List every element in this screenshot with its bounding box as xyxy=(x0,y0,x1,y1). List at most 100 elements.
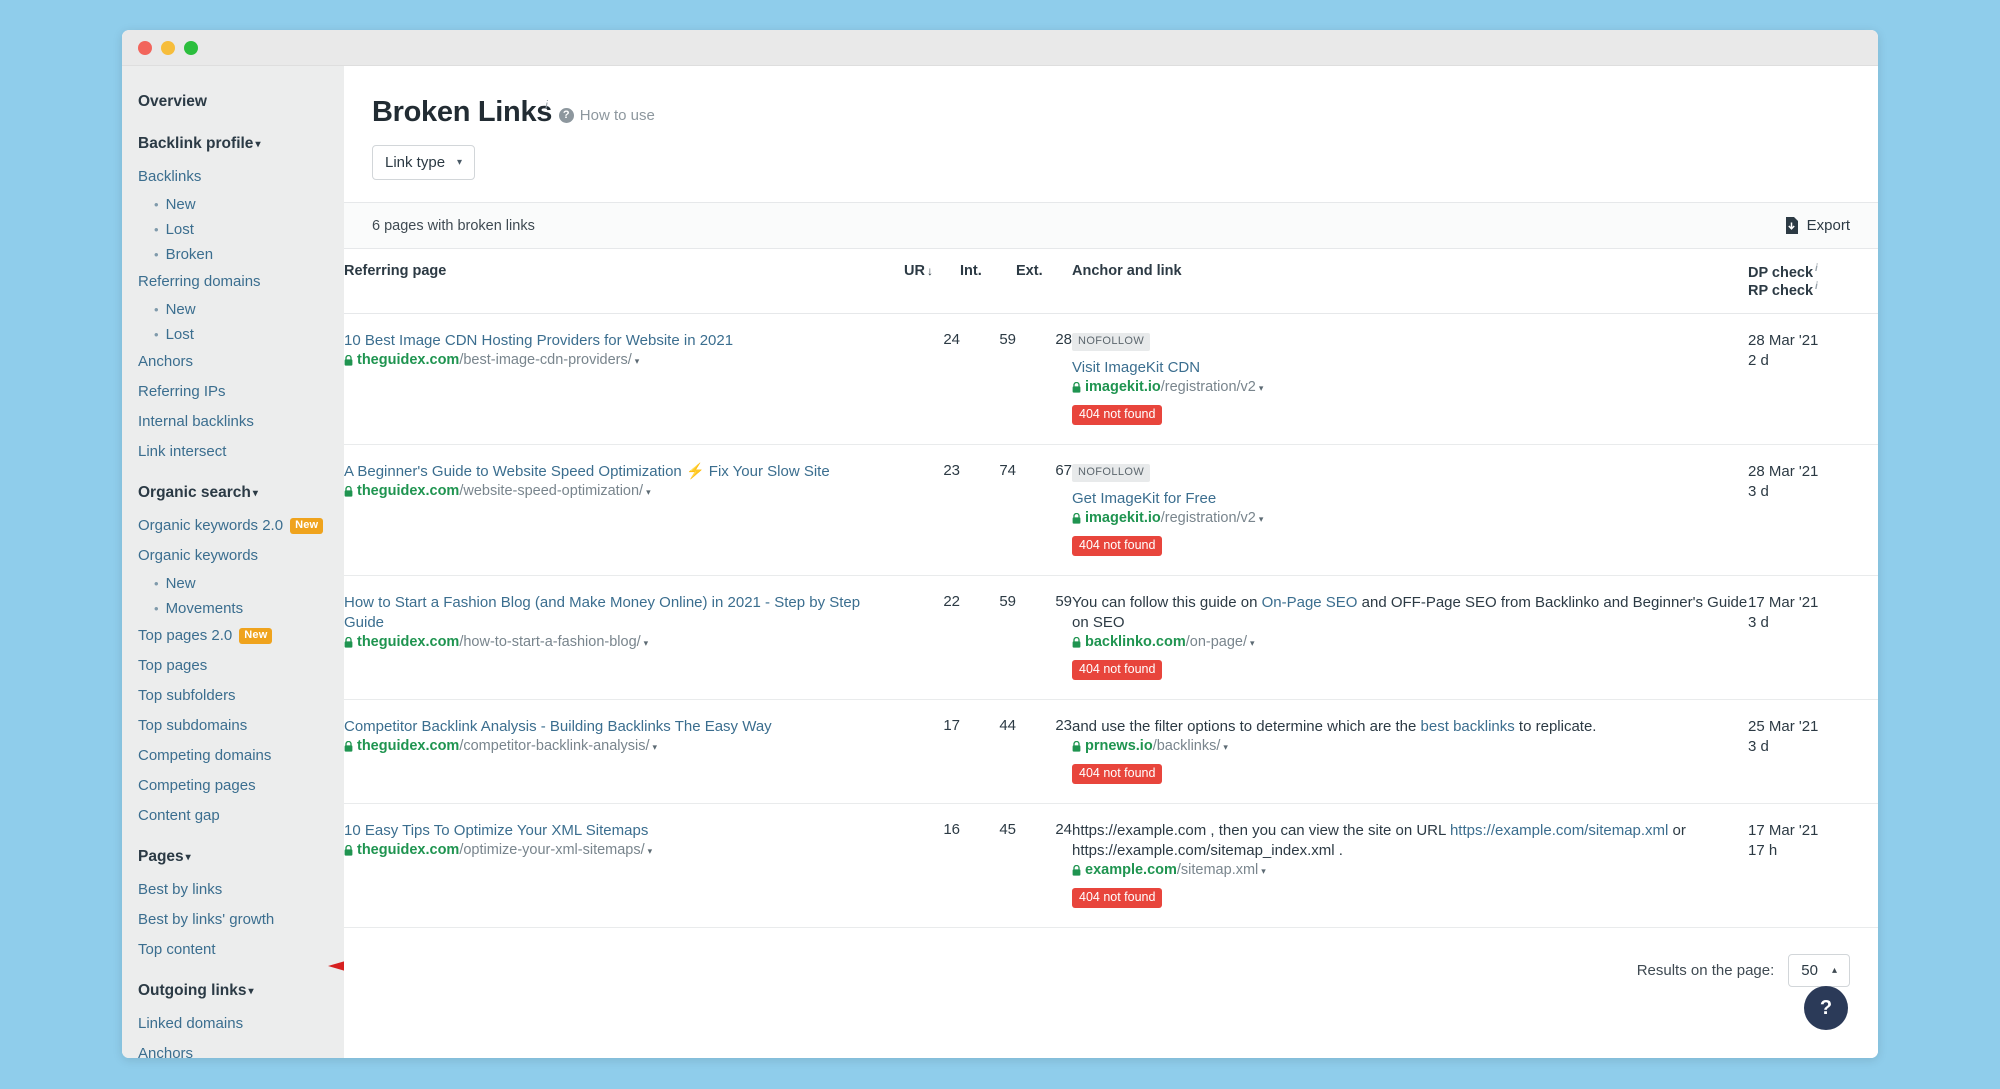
sidebar-item-referring-ips[interactable]: Referring IPs xyxy=(122,377,344,407)
target-url[interactable]: example.com/sitemap.xml ▾ xyxy=(1072,862,1266,878)
sidebar-item-backlinks-broken[interactable]: Broken xyxy=(122,242,344,267)
chevron-down-icon[interactable]: ▾ xyxy=(644,638,649,648)
results-per-page-label: Results on the page: xyxy=(1636,961,1775,979)
table-footer: Results on the page: 50 ▴ xyxy=(344,928,1878,987)
sidebar-item-refdomains-new[interactable]: New xyxy=(122,297,344,322)
referring-page-url[interactable]: theguidex.com/optimize-your-xml-sitemaps… xyxy=(344,842,652,858)
sidebar-item-anchors[interactable]: Anchors xyxy=(122,347,344,377)
sidebar-overview-label: Overview xyxy=(138,93,207,110)
status-badge: 404 not found xyxy=(1072,763,1163,784)
sidebar-item-competing-pages[interactable]: Competing pages xyxy=(122,771,344,801)
referring-page-link[interactable]: How to Start a Fashion Blog (and Make Mo… xyxy=(344,593,904,633)
referring-page-url[interactable]: theguidex.com/competitor-backlink-analys… xyxy=(344,738,657,754)
chevron-down-icon[interactable]: ▾ xyxy=(1250,638,1255,648)
how-to-use-link[interactable]: ? How to use xyxy=(558,107,655,124)
referring-page-url[interactable]: theguidex.com/how-to-start-a-fashion-blo… xyxy=(344,634,648,650)
target-url[interactable]: prnews.io/backlinks/▾ xyxy=(1072,738,1228,754)
sidebar-item-top-pages-2[interactable]: Top pages 2.0 New xyxy=(122,621,344,651)
referring-page-link[interactable]: 10 Best Image CDN Hosting Providers for … xyxy=(344,331,904,351)
sidebar-item-overview[interactable]: Overview xyxy=(122,86,344,118)
sidebar-item-organic-keywords-2[interactable]: Organic keywords 2.0 New xyxy=(122,511,344,541)
cell-int: 59 xyxy=(960,575,1016,700)
chevron-down-icon[interactable]: ▾ xyxy=(1259,514,1264,524)
chevron-down-icon: ▾ xyxy=(457,157,463,168)
chevron-down-icon[interactable]: ▾ xyxy=(1223,742,1228,752)
zoom-window-button[interactable] xyxy=(184,40,198,55)
sidebar-item-content-gap[interactable]: Content gap xyxy=(122,801,344,831)
column-header-int[interactable]: Int. xyxy=(960,249,1016,314)
close-window-button[interactable] xyxy=(138,40,152,55)
column-header-anchor-and-link[interactable]: Anchor and link xyxy=(1072,249,1748,314)
sidebar-item-label: Referring domains xyxy=(138,273,261,290)
column-header-checks[interactable]: DP check i RP check i xyxy=(1748,249,1878,314)
sidebar-item-linked-domains[interactable]: Linked domains xyxy=(122,1009,344,1039)
table-row: Competitor Backlink Analysis - Building … xyxy=(344,699,1878,804)
anchor-inline-link[interactable]: On-Page SEO xyxy=(1262,594,1358,611)
dp-check-date: 28 Mar '21 xyxy=(1748,331,1819,349)
sidebar-group-pages[interactable]: Pages ▾ xyxy=(122,841,344,875)
sidebar-item-outgoing-anchors[interactable]: Anchors xyxy=(122,1039,344,1058)
referring-page-url[interactable]: theguidex.com/best-image-cdn-providers/▾ xyxy=(344,352,639,368)
sidebar-item-top-content[interactable]: Top content xyxy=(122,935,344,965)
target-url[interactable]: imagekit.io/registration/v2 ▾ xyxy=(1072,510,1263,526)
sidebar-item-backlinks-new[interactable]: New xyxy=(122,192,344,217)
help-fab-button[interactable]: ? xyxy=(1804,986,1848,1030)
rp-check-age: 2 d xyxy=(1748,351,1769,369)
referring-page-link[interactable]: 10 Easy Tips To Optimize Your XML Sitema… xyxy=(344,821,904,841)
sidebar-item-organic-keywords[interactable]: Organic keywords xyxy=(122,541,344,571)
status-badge: 404 not found xyxy=(1072,887,1163,908)
chevron-down-icon[interactable]: ▾ xyxy=(1261,866,1266,876)
sidebar-item-top-subfolders[interactable]: Top subfolders xyxy=(122,681,344,711)
sidebar-group-organic-search[interactable]: Organic search ▾ xyxy=(122,477,344,511)
page-title: Broken Links xyxy=(372,96,553,128)
column-header-ur[interactable]: UR ↓ xyxy=(904,249,960,314)
sidebar-item-referring-domains[interactable]: Referring domains xyxy=(122,267,344,297)
anchor-inline-link[interactable]: https://example.com/sitemap.xml xyxy=(1450,822,1668,839)
sidebar-item-backlinks[interactable]: Backlinks xyxy=(122,162,344,192)
cell-anchor-and-link: NOFOLLOW Get ImageKit for Free imagekit.… xyxy=(1072,444,1748,576)
cell-referring-page: Competitor Backlink Analysis - Building … xyxy=(344,699,904,804)
sidebar-item-internal-backlinks[interactable]: Internal backlinks xyxy=(122,407,344,437)
chevron-down-icon: ▾ xyxy=(248,986,254,997)
results-per-page-select[interactable]: 50 ▴ xyxy=(1788,953,1850,987)
sidebar-item-link-intersect[interactable]: Link intersect xyxy=(122,437,344,467)
sidebar-group-backlink-profile[interactable]: Backlink profile ▾ xyxy=(122,128,344,162)
sidebar-item-refdomains-lost[interactable]: Lost xyxy=(122,322,344,347)
export-button[interactable]: Export xyxy=(1784,217,1850,234)
link-type-filter-button[interactable]: Link type ▾ xyxy=(372,145,476,180)
sidebar-item-top-subdomains[interactable]: Top subdomains xyxy=(122,711,344,741)
anchor-inline-link[interactable]: best backlinks xyxy=(1421,718,1515,735)
cell-check-dates: 17 Mar '21 3 d xyxy=(1748,575,1878,700)
anchor-text[interactable]: Visit ImageKit CDN xyxy=(1072,358,1748,378)
target-url[interactable]: imagekit.io/registration/v2 ▾ xyxy=(1072,379,1263,395)
chevron-down-icon[interactable]: ▾ xyxy=(635,356,640,366)
filter-row: Link type ▾ xyxy=(372,145,1850,180)
cell-referring-page: 10 Easy Tips To Optimize Your XML Sitema… xyxy=(344,803,904,928)
sidebar-item-top-pages[interactable]: Top pages xyxy=(122,651,344,681)
column-header-referring-page[interactable]: Referring page xyxy=(344,249,904,314)
anchor-text[interactable]: Get ImageKit for Free xyxy=(1072,489,1748,509)
status-badge: 404 not found xyxy=(1072,659,1163,680)
sidebar-item-competing-domains[interactable]: Competing domains xyxy=(122,741,344,771)
chevron-down-icon[interactable]: ▾ xyxy=(646,487,651,497)
column-header-ext[interactable]: Ext. xyxy=(1016,249,1072,314)
referring-page-link[interactable]: Competitor Backlink Analysis - Building … xyxy=(344,717,904,737)
sidebar-item-backlinks-lost[interactable]: Lost xyxy=(122,217,344,242)
referring-page-url[interactable]: theguidex.com/website-speed-optimization… xyxy=(344,483,651,499)
referring-page-link[interactable]: A Beginner's Guide to Website Speed Opti… xyxy=(344,462,904,482)
sidebar-item-organic-new[interactable]: New xyxy=(122,571,344,596)
sidebar-group-outgoing-links[interactable]: Outgoing links ▾ xyxy=(122,975,344,1009)
chevron-down-icon[interactable]: ▾ xyxy=(1259,383,1264,393)
sidebar-item-organic-movements[interactable]: Movements xyxy=(122,596,344,621)
chevron-down-icon[interactable]: ▾ xyxy=(653,742,658,752)
info-marker: i xyxy=(1815,263,1818,274)
sidebar-item-best-by-links[interactable]: Best by links xyxy=(122,875,344,905)
status-badge: 404 not found xyxy=(1072,404,1163,425)
chevron-down-icon[interactable]: ▾ xyxy=(648,846,653,856)
cell-referring-page: How to Start a Fashion Blog (and Make Mo… xyxy=(344,575,904,700)
target-url[interactable]: backlinko.com/on-page/▾ xyxy=(1072,634,1255,650)
cell-ext: 59 xyxy=(1016,575,1072,700)
sidebar-item-best-by-links-growth[interactable]: Best by links' growth xyxy=(122,905,344,935)
chevron-down-icon: ▾ xyxy=(185,852,191,863)
minimize-window-button[interactable] xyxy=(161,40,175,55)
